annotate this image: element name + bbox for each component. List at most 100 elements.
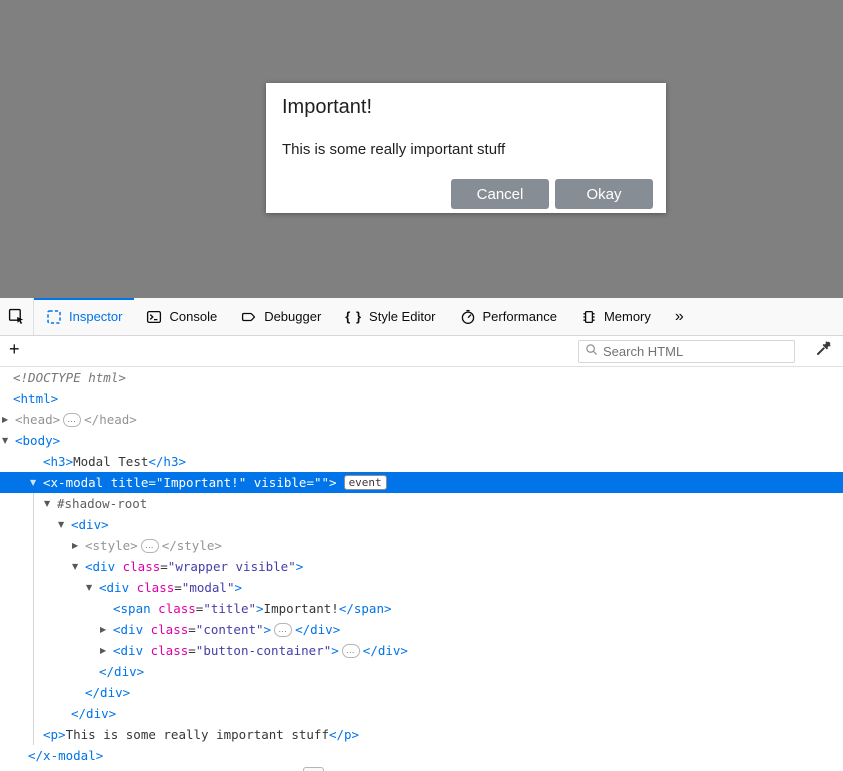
console-icon — [146, 309, 162, 325]
tab-debugger[interactable]: Debugger — [229, 298, 333, 335]
modal-title: Important! — [266, 83, 666, 119]
tab-label: Console — [169, 309, 217, 324]
markup-token-eq: = — [188, 643, 196, 658]
collapse-arrow-icon[interactable]: ▼ — [30, 472, 36, 493]
markup-row[interactable]: </div> — [0, 682, 843, 703]
markup-token-tag: > — [234, 580, 242, 595]
markup-row[interactable]: ▼ <div> — [0, 514, 843, 535]
markup-token-tag: <html> — [13, 391, 58, 406]
markup-token-tag: <div — [99, 580, 129, 595]
collapse-arrow-icon[interactable]: ▼ — [58, 514, 64, 535]
expand-arrow-icon[interactable]: ▶ — [100, 619, 106, 640]
markup-row[interactable]: <!DOCTYPE html> — [0, 367, 843, 388]
markup-token-eq: = — [174, 580, 182, 595]
collapse-arrow-icon[interactable]: ▼ — [2, 430, 8, 451]
markup-row[interactable]: ▶<head>…</head> — [0, 409, 843, 430]
markup-token-val: "content" — [196, 622, 264, 637]
markup-row[interactable]: <h3>Modal Test</h3> — [0, 451, 843, 472]
markup-row[interactable]: ▶<style>…</style> — [0, 535, 843, 556]
markup-token-eq: = — [188, 622, 196, 637]
markup-token-val: "Important!" — [156, 475, 246, 490]
eyedropper-icon — [815, 340, 832, 362]
style-editor-icon: { } — [345, 309, 362, 324]
markup-token-shadow: #shadow-root — [57, 496, 147, 511]
tab-label: Debugger — [264, 309, 321, 324]
markup-token-tag: </div> — [295, 622, 340, 637]
modal-button-row: Cancel Okay — [451, 179, 653, 209]
expand-arrow-icon[interactable]: ▶ — [2, 409, 8, 430]
markup-token-tag: </span> — [339, 601, 392, 616]
markup-token-txt: Important! — [264, 601, 339, 616]
devtools-tabbar: Inspector Console Debugger { } Style E — [0, 298, 843, 336]
performance-icon — [460, 309, 476, 325]
tab-memory[interactable]: Memory — [569, 298, 663, 335]
markup-row[interactable]: <p>This is some really important stuff</… — [0, 724, 843, 745]
cancel-button[interactable]: Cancel — [451, 179, 549, 209]
markup-row[interactable]: ▶<div class="button-container">…</div> — [0, 640, 843, 661]
markup-token-tag: </div> — [99, 664, 144, 679]
expand-arrow-icon[interactable]: ▶ — [72, 535, 78, 556]
markup-row[interactable]: <span class="title">Important!</span> — [0, 598, 843, 619]
markup-row[interactable]: ▼<div class="modal"> — [0, 577, 843, 598]
collapse-arrow-icon[interactable]: ▼ — [86, 577, 92, 598]
markup-token-doctype: <!DOCTYPE html> — [13, 370, 126, 385]
eyedropper-button[interactable] — [812, 340, 834, 362]
search-input[interactable] — [603, 344, 788, 359]
markup-token-eq: = — [306, 475, 314, 490]
ellipsis-badge-partial — [303, 767, 324, 771]
okay-button[interactable]: Okay — [555, 179, 653, 209]
markup-token-attr: class — [115, 559, 160, 574]
markup-token-attr: class — [143, 622, 188, 637]
search-icon — [585, 343, 598, 361]
markup-token-val: "title" — [203, 601, 256, 616]
ellipsis-badge[interactable]: … — [63, 413, 81, 427]
search-box[interactable] — [578, 340, 795, 363]
markup-row[interactable]: ▶<div class="content">…</div> — [0, 619, 843, 640]
markup-token-eq: = — [160, 559, 168, 574]
tab-console[interactable]: Console — [134, 298, 229, 335]
markup-token-tag: > — [331, 643, 339, 658]
markup-token-tag: > — [256, 601, 264, 616]
memory-icon — [581, 309, 597, 325]
markup-token-txt: Modal Test — [73, 454, 148, 469]
markup-row[interactable]: </div> — [0, 703, 843, 724]
ellipsis-badge[interactable]: … — [141, 539, 159, 553]
markup-token-val: "wrapper visible" — [168, 559, 296, 574]
collapse-arrow-icon[interactable]: ▼ — [72, 556, 78, 577]
ellipsis-badge[interactable]: … — [342, 644, 360, 658]
ellipsis-badge[interactable]: … — [274, 623, 292, 637]
node-picker-button[interactable] — [0, 298, 34, 335]
markup-token-val: "button-container" — [196, 643, 331, 658]
markup-token-muted: </head> — [84, 412, 137, 427]
markup-token-tag: <span — [113, 601, 151, 616]
inspector-toolbar: + — [0, 336, 843, 367]
markup-token-tag: <div — [85, 559, 115, 574]
markup-row[interactable]: ▼<body> — [0, 430, 843, 451]
markup-token-tag: </div> — [71, 706, 116, 721]
markup-token-attr: class — [151, 601, 196, 616]
markup-token-attr: title — [103, 475, 148, 490]
markup-token-eq: = — [148, 475, 156, 490]
markup-row[interactable]: ▼<div class="wrapper visible"> — [0, 556, 843, 577]
inspector-icon — [46, 309, 62, 325]
node-picker-icon — [8, 308, 25, 325]
markup-token-tag: <x-modal — [43, 475, 103, 490]
markup-row[interactable]: </x-modal> — [0, 745, 843, 766]
markup-row[interactable]: <html> — [0, 388, 843, 409]
markup-token-attr: visible — [246, 475, 306, 490]
tab-label: Inspector — [69, 309, 122, 324]
tab-style-editor[interactable]: { } Style Editor — [333, 298, 447, 335]
more-tabs-button[interactable]: » — [663, 298, 696, 335]
tab-performance[interactable]: Performance — [448, 298, 569, 335]
markup-token-tag: <div> — [71, 517, 109, 532]
debugger-icon — [241, 309, 257, 325]
event-badge[interactable]: event — [344, 475, 387, 490]
expand-arrow-icon[interactable]: ▶ — [100, 640, 106, 661]
add-node-button[interactable]: + — [9, 339, 20, 360]
tab-inspector[interactable]: Inspector — [34, 298, 134, 335]
markup-row[interactable]: </div> — [0, 661, 843, 682]
markup-row[interactable]: ▼ #shadow-root — [0, 493, 843, 514]
collapse-arrow-icon[interactable]: ▼ — [44, 493, 50, 514]
chevron-double-right-icon: » — [675, 308, 684, 326]
markup-row-selected[interactable]: ▼<x-modal title="Important!" visible="">… — [0, 472, 843, 493]
